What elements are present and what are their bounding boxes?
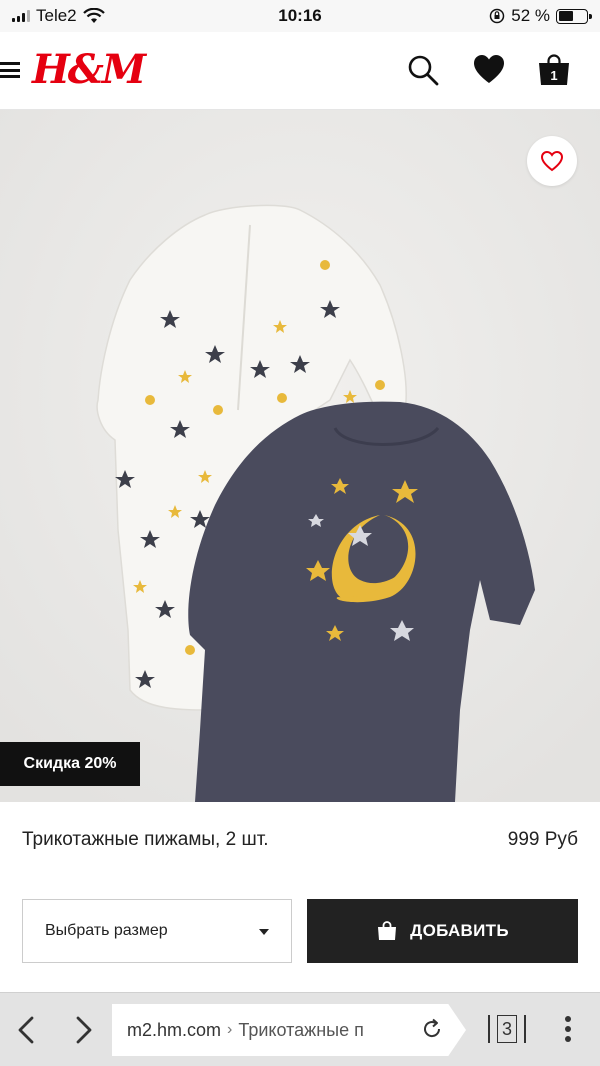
- caret-down-icon: [259, 929, 269, 935]
- product-image[interactable]: Скидка 20%: [0, 110, 600, 802]
- favorite-button[interactable]: [527, 136, 577, 186]
- orientation-lock-icon: [490, 8, 505, 24]
- browser-toolbar: m2.hm.com › Трикотажные п 3: [0, 992, 600, 1066]
- url-page-title: Трикотажные п: [238, 1019, 364, 1040]
- brand-logo[interactable]: H&M: [32, 46, 146, 93]
- battery-icon: [556, 8, 592, 24]
- tabs-button[interactable]: 3: [488, 1013, 526, 1045]
- clock: 10:16: [278, 6, 322, 25]
- forward-icon[interactable]: [68, 1015, 98, 1045]
- discount-badge: Скидка 20%: [0, 742, 140, 786]
- battery-percent: 52 %: [511, 6, 550, 25]
- pajamas-illustration: [0, 110, 600, 802]
- add-button-label: ДОБАВИТЬ: [410, 921, 509, 940]
- bag-count: 1: [550, 68, 558, 83]
- reload-icon[interactable]: [420, 1017, 444, 1041]
- carrier-name: Tele2: [36, 6, 77, 25]
- site-header: H&M 1: [0, 32, 600, 110]
- back-icon[interactable]: [12, 1015, 42, 1045]
- breadcrumb-separator: ›: [227, 1021, 233, 1038]
- bag-icon: [378, 921, 397, 940]
- size-select-label: Выбрать размер: [45, 922, 168, 939]
- wifi-icon: [82, 8, 105, 23]
- more-options-icon[interactable]: [563, 1013, 573, 1045]
- product-info: Трикотажные пижамы, 2 шт. 999 Руб Выбрат…: [0, 802, 600, 992]
- signal-icon: [12, 10, 30, 22]
- product-name: Трикотажные пижамы, 2 шт.: [22, 829, 269, 850]
- add-to-bag-button[interactable]: ДОБАВИТЬ: [307, 899, 578, 963]
- status-bar: Tele2 10:16 52 %: [0, 0, 600, 32]
- search-icon[interactable]: [405, 52, 441, 88]
- address-bar[interactable]: m2.hm.com › Трикотажные п: [112, 1004, 466, 1056]
- menu-icon[interactable]: [0, 59, 20, 81]
- product-price: 999 Руб: [507, 829, 578, 850]
- heart-icon[interactable]: [471, 52, 507, 88]
- heart-outline-icon: [540, 150, 564, 172]
- size-select[interactable]: Выбрать размер: [22, 899, 292, 963]
- url-domain: m2.hm.com: [127, 1019, 222, 1040]
- tab-count: 3: [496, 1015, 517, 1043]
